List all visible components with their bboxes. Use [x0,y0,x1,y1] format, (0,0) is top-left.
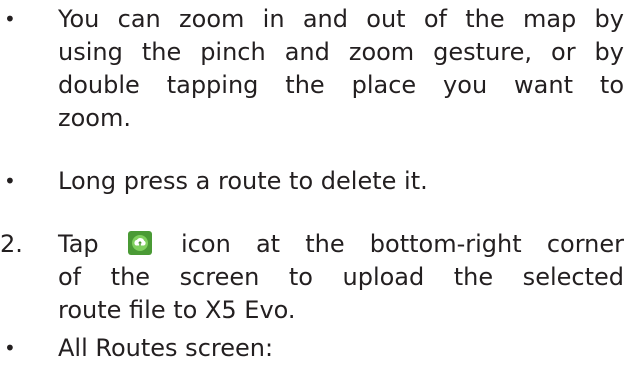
text-line: All Routes screen: [58,334,274,362]
text-line: Tap icon at the bottom-right corner [58,228,624,261]
text-line: You can zoom in and out of the map by [58,5,624,33]
upload-cloud-icon [127,231,152,255]
bullet-zoom-text: You can zoom in and out of the map by us… [58,3,624,135]
bullet-delete-route-text: Long press a route to delete it. [58,165,624,198]
bullet-marker: • [4,7,16,31]
manual-page: { "items": [ { "marker": "•", "lines": [… [0,0,629,380]
step-number: 2. [0,230,23,258]
text-line: Long press a route to delete it. [58,167,428,195]
bullet-all-routes-text: All Routes screen: [58,332,624,365]
step-2-text: Tap icon at the bottom-right corner of t… [58,228,624,327]
bullet-marker: • [4,336,16,360]
text-line: zoom. [58,104,131,132]
step-text-tap: Tap [58,230,99,258]
step-text-after-icon: icon at the bottom-right corner [181,230,624,258]
text-line: using the pinch and zoom gesture, or by [58,38,624,66]
text-line: double tapping the place you want to [58,71,624,99]
bullet-marker: • [4,169,16,193]
text-line: route file to X5 Evo. [58,296,296,324]
text-line: of the screen to upload the selected [58,263,624,291]
